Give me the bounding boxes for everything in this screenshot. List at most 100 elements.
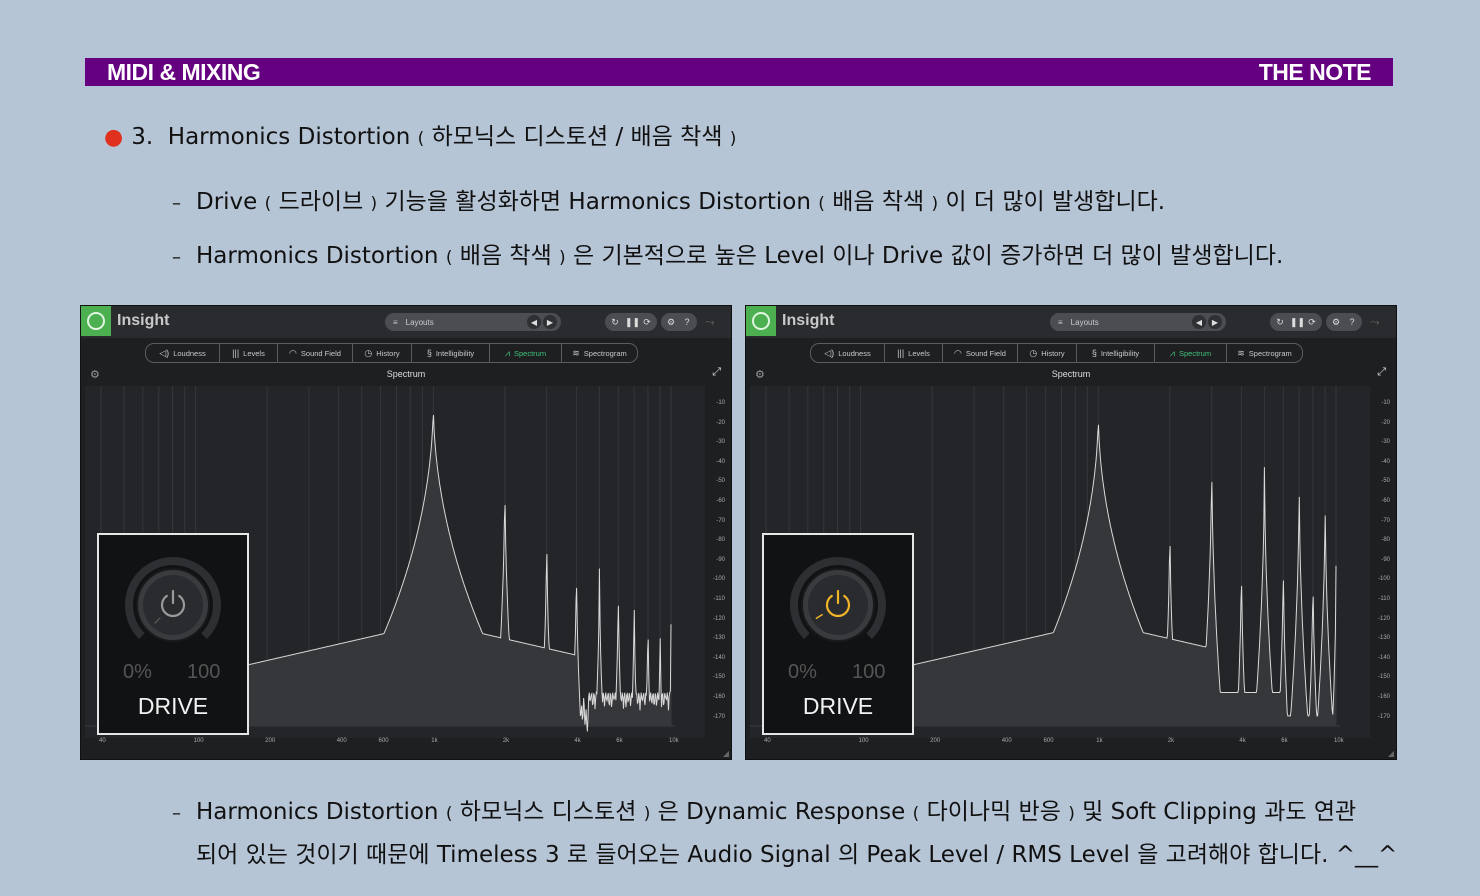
layouts-dropdown[interactable]: ≡ Layouts ◀ ▶: [385, 313, 561, 331]
tab-spectrogram[interactable]: ≋ Spectrogram: [562, 344, 637, 362]
drive-max-label: 100: [187, 661, 221, 683]
gear-icon[interactable]: ⚙: [665, 317, 677, 328]
freq-tick-label: 40: [99, 738, 106, 744]
expand-icon[interactable]: ⤢: [712, 366, 721, 379]
tab-sound-field[interactable]: ◠ Sound Field: [278, 344, 353, 362]
freq-tick-label: 600: [1043, 738, 1054, 744]
line1-e: 이 더 많이 발생합니다.: [945, 189, 1166, 215]
route-icon[interactable]: ⤳: [1370, 315, 1380, 330]
bullet-title-ko: 하모닉스 디스토션 / 배음 착색: [431, 124, 723, 150]
prev-layout-button[interactable]: ◀: [1192, 315, 1206, 329]
bullet-title: Harmonics Distortion: [167, 124, 411, 150]
db-tick-label: -30: [716, 439, 725, 446]
tab-label: Levels: [908, 348, 930, 358]
tab-label: Intelligibility: [1100, 348, 1140, 358]
db-tick-label: -130: [712, 635, 725, 642]
sound-field-icon: ◠: [289, 347, 297, 358]
reset-icon[interactable]: ↻: [609, 317, 621, 328]
db-tick-label: -100: [1377, 576, 1390, 583]
drive-knob[interactable]: [786, 553, 890, 657]
tab-label: Intelligibility: [435, 348, 475, 358]
pause-icon[interactable]: ❚❚: [625, 317, 640, 328]
drive-min-label: 0%: [123, 661, 152, 683]
section-header-bar: MIDI & MIXING THE NOTE: [85, 58, 1393, 86]
tab-spectrum[interactable]: ⩘ Spectrum: [1155, 344, 1227, 362]
panel-title: Spectrum: [386, 369, 426, 379]
tab-loudness[interactable]: ◁) Loudness: [146, 344, 220, 362]
freq-tick-label: 10k: [669, 738, 679, 744]
tab-history[interactable]: ◷ History: [1018, 344, 1077, 362]
resize-handle-icon[interactable]: ◢: [1388, 749, 1394, 758]
drive-knob[interactable]: [121, 553, 225, 657]
db-tick-label: -60: [1381, 498, 1390, 504]
tab-loudness[interactable]: ◁) Loudness: [811, 344, 885, 362]
freq-tick-label: 10k: [1334, 738, 1344, 744]
db-tick-label: -140: [712, 654, 725, 661]
prev-layout-button[interactable]: ◀: [527, 315, 541, 329]
tab-spectrum[interactable]: ⩘ Spectrum: [490, 344, 562, 362]
line3-a: Harmonics Distortion: [196, 799, 439, 825]
resize-handle-icon[interactable]: ◢: [723, 749, 729, 758]
frequency-scale: 40 100 200 400 600 1k 2k 4k 6k 10k: [81, 738, 731, 748]
spectrum-icon: ⩘: [1169, 347, 1175, 358]
db-tick-label: -140: [1377, 654, 1390, 661]
bullet-dot-icon: ●: [104, 125, 124, 150]
insight-logo-icon: [746, 306, 776, 336]
help-icon[interactable]: ?: [1346, 317, 1358, 327]
tab-intelligibility[interactable]: § Intelligibility: [1077, 344, 1155, 362]
tab-levels[interactable]: ||| Levels: [220, 344, 278, 362]
sync-icon[interactable]: ⟳: [1306, 317, 1318, 328]
tab-label: Loudness: [173, 348, 206, 358]
next-layout-button[interactable]: ▶: [543, 315, 557, 329]
freq-tick-label: 400: [1001, 738, 1012, 744]
tab-label: Sound Field: [300, 348, 341, 358]
gear-icon[interactable]: ⚙: [1330, 317, 1342, 328]
next-layout-button[interactable]: ▶: [1208, 315, 1222, 329]
db-tick-label: -10: [1381, 400, 1390, 406]
tab-label: Spectrum: [513, 348, 547, 358]
line3-e: 및 Soft Clipping 과도 연관: [1082, 799, 1357, 825]
help-icon[interactable]: ?: [681, 317, 693, 327]
expand-icon[interactable]: ⤢: [1377, 366, 1386, 379]
levels-icon: |||: [897, 348, 905, 358]
route-icon[interactable]: ⤳: [705, 315, 715, 330]
panel-header: ⚙ Spectrum ⤢: [81, 366, 731, 384]
tab-levels[interactable]: ||| Levels: [885, 344, 943, 362]
line3-d: 다이나믹 반응: [926, 799, 1061, 825]
text-line-3: – Harmonics Distortion ( 하모닉스 디스토션 ) 은 Dy…: [172, 799, 1357, 825]
db-tick-label: -90: [716, 556, 725, 563]
insight-plugin-right: Insight ≡ Layouts ◀ ▶ ↻ ❚❚ ⟳ ⚙ ? ⤳ ◁) Lou…: [745, 305, 1397, 760]
db-tick-label: -40: [716, 458, 725, 465]
header-left: MIDI & MIXING: [107, 58, 261, 85]
tab-label: Loudness: [838, 348, 871, 358]
layouts-label: Layouts: [405, 317, 434, 327]
pause-icon[interactable]: ❚❚: [1290, 317, 1305, 328]
intelligibility-icon: §: [426, 348, 432, 358]
layouts-label: Layouts: [1070, 317, 1099, 327]
tab-label: Spectrogram: [583, 348, 627, 358]
line1-a: Drive: [196, 189, 258, 215]
spectrogram-icon: ≋: [572, 347, 580, 358]
intelligibility-icon: §: [1091, 348, 1097, 358]
history-icon: ◷: [364, 347, 373, 358]
loudness-icon: ◁): [824, 347, 835, 358]
db-tick-label: -150: [712, 674, 725, 681]
tab-spectrogram[interactable]: ≋ Spectrogram: [1227, 344, 1302, 362]
freq-tick-label: 40: [764, 738, 771, 744]
freq-tick-label: 4k: [1239, 738, 1246, 744]
tab-history[interactable]: ◷ History: [353, 344, 412, 362]
layouts-dropdown[interactable]: ≡ Layouts ◀ ▶: [1050, 313, 1226, 331]
db-tick-label: -110: [713, 596, 725, 602]
drive-control-panel: 0% 100 DRIVE: [762, 533, 914, 735]
tab-intelligibility[interactable]: § Intelligibility: [412, 344, 490, 362]
spectrum-icon: ⩘: [504, 347, 510, 358]
sync-icon[interactable]: ⟳: [641, 317, 653, 328]
panel-header: ⚙ Spectrum ⤢: [746, 366, 1396, 384]
line1-b: 드라이브: [278, 189, 364, 215]
tab-sound-field[interactable]: ◠ Sound Field: [943, 344, 1018, 362]
tab-label: Spectrum: [1178, 348, 1212, 358]
line2-b: 배음 착색: [459, 243, 552, 269]
db-tick-label: -160: [712, 694, 725, 700]
app-title: Insight: [782, 312, 835, 329]
reset-icon[interactable]: ↻: [1274, 317, 1286, 328]
